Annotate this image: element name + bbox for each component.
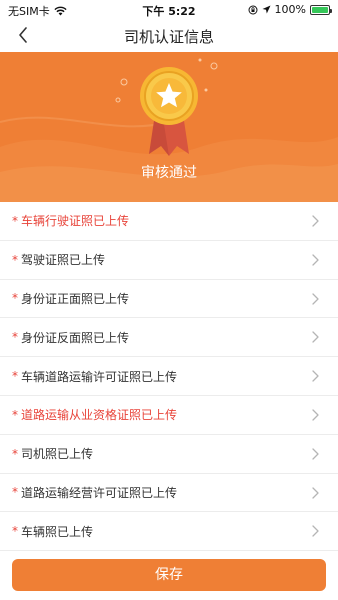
list-item-text: 身份证反面照已上传 [21, 330, 130, 345]
hero-banner: 审核通过 [0, 52, 338, 202]
list-item-text: 驾驶证照已上传 [21, 253, 106, 268]
list-item[interactable]: * 驾驶证照已上传 [0, 241, 338, 280]
list-item[interactable]: * 道路运输从业资格证照已上传 [0, 396, 338, 435]
list-item-label: * 司机照已上传 [12, 445, 93, 462]
list-item-text: 车辆道路运输许可证照已上传 [21, 369, 178, 384]
list-item-text: 道路运输从业资格证照已上传 [21, 408, 178, 423]
chevron-right-icon [312, 254, 319, 266]
list-item[interactable]: * 车辆道路运输许可证照已上传 [0, 357, 338, 396]
list-item-label: * 身份证正面照已上传 [12, 290, 129, 307]
list-item-label: * 车辆行驶证照已上传 [12, 212, 129, 229]
chevron-right-icon [312, 409, 319, 421]
list-item[interactable]: * 身份证正面照已上传 [0, 280, 338, 319]
list-item-label: * 驾驶证照已上传 [12, 251, 105, 268]
required-marker: * [12, 213, 18, 228]
list-item-label: * 车辆照已上传 [12, 523, 93, 540]
list-item-label: * 道路运输经营许可证照已上传 [12, 484, 177, 501]
chevron-right-icon [312, 448, 319, 460]
list-item-text: 车辆行驶证照已上传 [21, 214, 130, 229]
required-marker: * [12, 485, 18, 500]
required-marker: * [12, 330, 18, 345]
list-item-label: * 道路运输从业资格证照已上传 [12, 406, 177, 423]
page-title: 司机认证信息 [123, 28, 214, 46]
list-item-label: * 身份证反面照已上传 [12, 329, 129, 346]
chevron-right-icon [312, 486, 319, 499]
list-item[interactable]: * 车辆照已上传 [0, 512, 338, 552]
chevron-right-icon [312, 215, 319, 227]
list-item-text: 车辆照已上传 [21, 524, 94, 539]
required-marker: * [12, 252, 18, 267]
status-bar: 无SIM卡 下午 5:22 100% [0, 0, 338, 20]
status-right: 100% [248, 3, 332, 16]
list-item[interactable]: * 身份证反面照已上传 [0, 318, 338, 358]
location-arrow-icon [262, 5, 271, 14]
lock-rotation-icon [248, 5, 258, 14]
required-marker: * [12, 407, 18, 422]
chevron-right-icon [312, 525, 319, 538]
list-item[interactable]: * 司机照已上传 [0, 435, 338, 474]
required-marker: * [12, 446, 18, 461]
required-marker: * [12, 369, 18, 384]
medal-icon [140, 67, 198, 156]
battery-icon [310, 4, 332, 15]
list-item-label: * 车辆道路运输许可证照已上传 [12, 368, 177, 385]
list-item[interactable]: * 道路运输经营许可证照已上传 [0, 474, 338, 513]
required-marker: * [12, 291, 18, 306]
review-status: 审核通过 [141, 165, 197, 181]
battery-percent: 100% [274, 3, 306, 16]
chevron-right-icon [312, 370, 319, 382]
chevron-right-icon [312, 331, 319, 344]
list-item[interactable]: * 车辆行驶证照已上传 [0, 202, 338, 241]
nav-bar: 司机认证信息 [0, 20, 338, 50]
required-marker: * [12, 524, 18, 539]
list-item-text: 身份证正面照已上传 [21, 291, 130, 306]
chevron-right-icon [312, 292, 319, 305]
save-button[interactable]: 保存 [12, 559, 326, 591]
list-item-text: 司机照已上传 [21, 447, 94, 462]
list-item-text: 道路运输经营许可证照已上传 [21, 485, 178, 500]
document-list: * 车辆行驶证照已上传 * 驾驶证照已上传 * 身份证正面照已上传 * 身份证反面照已上… [0, 202, 338, 552]
